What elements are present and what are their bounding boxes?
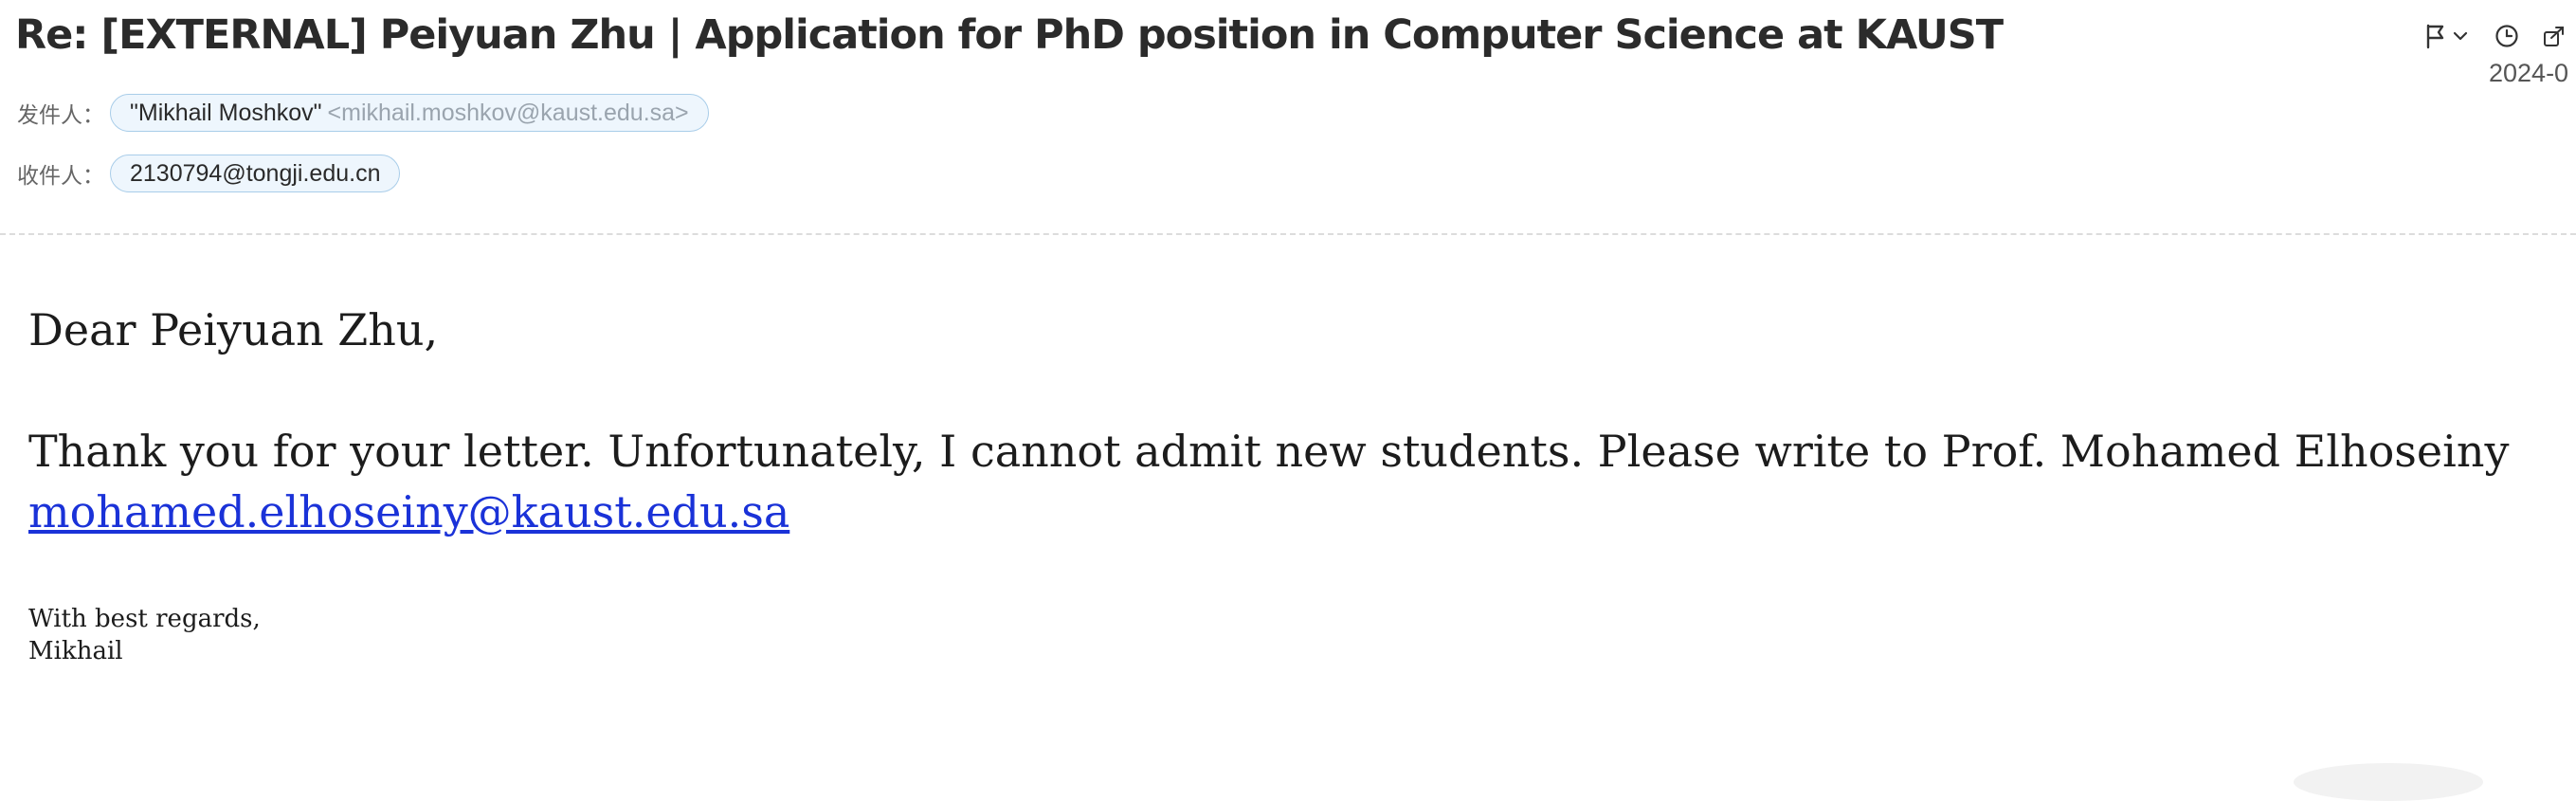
recipient-label: 收件人：: [17, 164, 104, 189]
flag-icon: [2424, 23, 2447, 49]
chevron-down-icon: [2453, 30, 2468, 42]
sender-chip[interactable]: "Mikhail Moshkov" <mikhail.moshkov@kaust…: [110, 94, 709, 132]
recipient-address: 2130794@tongji.edu.cn: [130, 159, 381, 187]
email-toolbar: [2424, 19, 2567, 53]
email-greeting: Dear Peiyuan Zhu,: [28, 304, 439, 355]
sender-address: <mikhail.moshkov@kaust.edu.sa>: [327, 99, 689, 126]
flag-menu-button[interactable]: [2424, 23, 2468, 49]
recipient-chip[interactable]: 2130794@tongji.edu.cn: [110, 155, 401, 192]
email-paragraph: Thank you for your letter. Unfortunately…: [28, 426, 2510, 477]
share-button[interactable]: [2542, 24, 2567, 48]
email-body: Dear Peiyuan Zhu, Thank you for your let…: [28, 300, 2568, 667]
email-subject: Re: [EXTERNAL] Peiyuan Zhu | Application…: [15, 11, 2004, 59]
clock-icon: [2494, 24, 2519, 48]
sender-label: 发件人：: [17, 103, 104, 128]
recipient-row: 收件人： 2130794@tongji.edu.cn: [17, 153, 401, 194]
sender-name: "Mikhail Moshkov": [130, 99, 322, 126]
share-icon: [2542, 24, 2567, 48]
sender-row: 发件人： "Mikhail Moshkov" <mikhail.moshkov@…: [17, 92, 709, 134]
signature-name: Mikhail: [28, 637, 123, 665]
email-closing: With best regards,: [28, 605, 261, 633]
email-signature: With best regards, Mikhail: [28, 603, 2568, 667]
contact-email-link[interactable]: mohamed.elhoseiny@kaust.edu.sa: [28, 482, 789, 542]
email-date: 2024-0: [2489, 59, 2569, 87]
header-divider: [0, 233, 2576, 235]
reminder-button[interactable]: [2494, 24, 2519, 48]
decorative-blob: [2294, 763, 2483, 801]
